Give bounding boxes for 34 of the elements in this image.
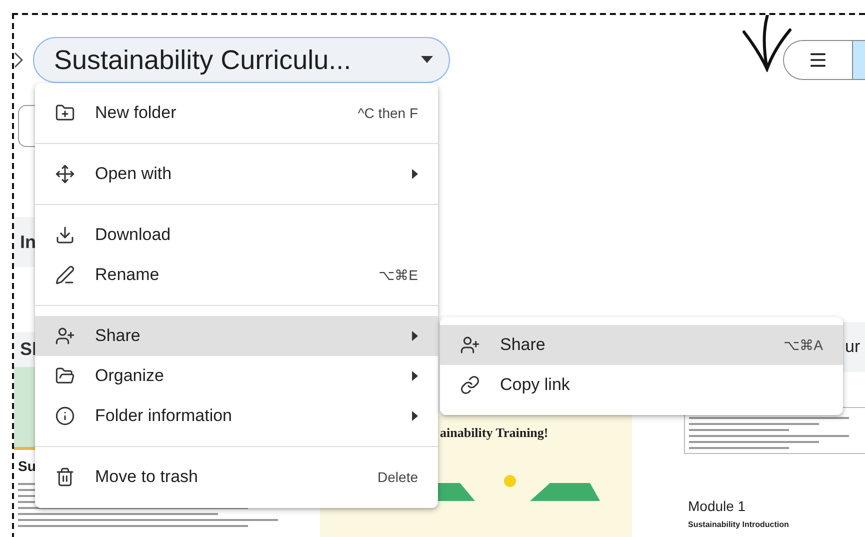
- module-subheading: Sustainability Introduction: [688, 520, 790, 530]
- section-title: In: [20, 232, 36, 252]
- menu-item[interactable]: Download: [35, 215, 438, 255]
- person-plus-icon: [55, 326, 75, 346]
- menu-item[interactable]: Move to trash Delete: [35, 457, 438, 497]
- shortcut-text: ⌥⌘E: [378, 267, 418, 283]
- menu-item[interactable]: Share: [35, 316, 438, 356]
- trash-icon: [55, 467, 75, 487]
- document-title: Su: [18, 458, 37, 474]
- chevron-icon[interactable]: [14, 52, 24, 68]
- menu-item[interactable]: Rename ⌥⌘E: [35, 255, 438, 295]
- caret-icon: [421, 56, 433, 64]
- menu-item[interactable]: Share ⌥⌘A: [440, 325, 843, 365]
- info-icon: [55, 406, 75, 426]
- menu-item[interactable]: Organize: [35, 356, 438, 396]
- module-heading: Module 1: [688, 498, 747, 514]
- grid-view-button[interactable]: [852, 41, 865, 79]
- person-plus-icon: [460, 335, 480, 355]
- pen-icon: [55, 265, 75, 285]
- four-arrows-icon: [55, 164, 75, 184]
- download-icon: [55, 225, 75, 245]
- folder-icon: [55, 366, 75, 386]
- section-title: ur: [845, 337, 860, 357]
- shortcut-text: ^C then F: [358, 105, 418, 121]
- document-title: ainability Training!: [439, 424, 550, 441]
- menu-item[interactable]: Open with: [35, 154, 438, 194]
- menu-item[interactable]: Folder information: [35, 396, 438, 436]
- shortcut-text: ⌥⌘A: [784, 337, 823, 353]
- menu-item[interactable]: New folder ^C then F: [35, 93, 438, 133]
- menu-item[interactable]: Copy link: [440, 365, 843, 405]
- shortcut-text: Delete: [378, 469, 418, 485]
- folder-plus-icon: [55, 103, 75, 123]
- link-icon: [460, 375, 480, 395]
- folder-breadcrumb-button[interactable]: Sustainability Curriculu...: [33, 37, 450, 83]
